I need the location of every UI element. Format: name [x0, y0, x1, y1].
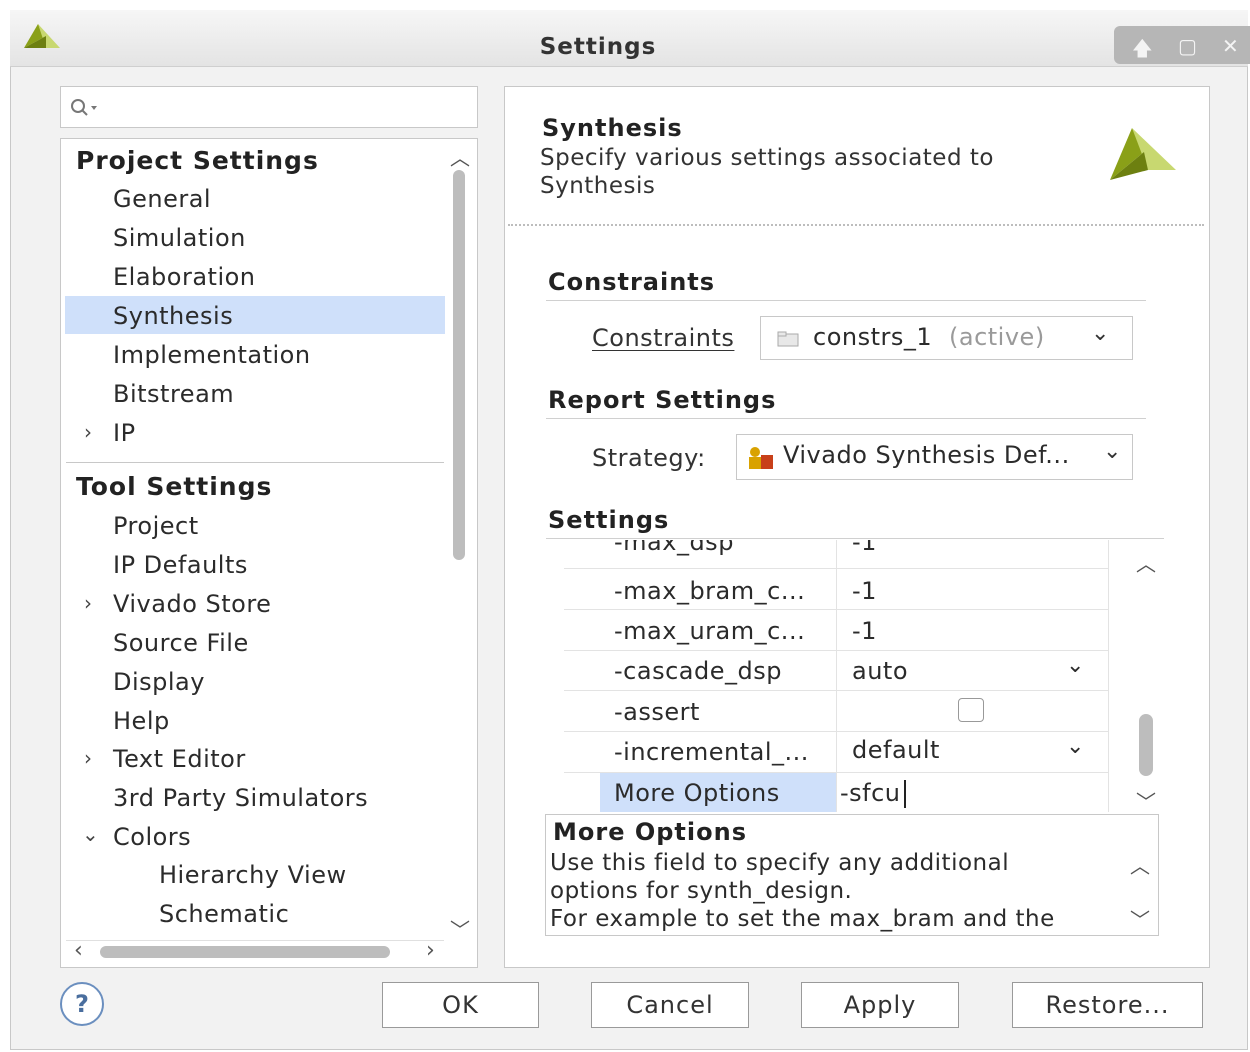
scroll-left-icon[interactable]: ‹	[74, 938, 83, 963]
settings-section-title: Settings	[548, 506, 670, 534]
tree-item-elaboration[interactable]: Elaboration	[113, 263, 256, 291]
description-line: Use this field to specify any additional	[550, 850, 1010, 876]
row-divider	[564, 609, 1108, 610]
scroll-up-icon[interactable]: ︿	[1130, 850, 1150, 879]
setting-value[interactable]: -1	[852, 540, 877, 556]
settings-vertical-scrollbar[interactable]	[1139, 714, 1153, 776]
ok-button[interactable]: OK	[382, 982, 539, 1028]
report-settings-section-title: Report Settings	[548, 386, 777, 414]
constraints-dropdown[interactable]: constrs_1 (active) ⌄	[760, 316, 1133, 360]
tree-item-source-file[interactable]: Source File	[113, 629, 249, 657]
description-line: options for synth_design.	[550, 878, 853, 904]
tool-settings-heading: Tool Settings	[76, 472, 273, 501]
row-divider	[564, 731, 1108, 732]
tree-item-project[interactable]: Project	[113, 512, 199, 540]
tree-item-general[interactable]: General	[113, 185, 211, 213]
setting-name: More Options	[614, 779, 780, 807]
chevron-down-icon[interactable]: ⌄	[1066, 734, 1085, 759]
close-icon[interactable]: ✕	[1222, 34, 1239, 58]
setting-name: -max_uram_c...	[614, 617, 806, 645]
tree-divider	[66, 462, 444, 463]
search-icon	[71, 99, 97, 116]
setting-value[interactable]: -1	[852, 617, 877, 645]
tree-item-3rd-party-simulators[interactable]: 3rd Party Simulators	[113, 784, 368, 812]
scroll-down-icon[interactable]: ﹀	[1136, 786, 1156, 815]
window-controls: 🡅 ▢ ✕	[1114, 26, 1250, 64]
page-description: Specify various settings associated to S…	[540, 145, 994, 199]
more-options-input[interactable]: -sfcu	[840, 779, 901, 807]
section-rule	[546, 418, 1146, 419]
section-rule	[546, 538, 1164, 539]
setting-value[interactable]: -1	[852, 577, 877, 605]
tree-item-display[interactable]: Display	[113, 668, 205, 696]
cancel-button[interactable]: Cancel	[591, 982, 749, 1028]
column-divider	[1108, 540, 1109, 812]
tree-horizontal-scrollbar[interactable]	[100, 946, 390, 958]
title-bar: Settings 🡅 ▢ ✕	[10, 10, 1250, 67]
settings-table: -max_dsp -1 -max_bram_c... -1 -max_uram_…	[546, 540, 1136, 812]
hscroll-divider	[66, 940, 444, 941]
search-input[interactable]	[60, 86, 478, 128]
chevron-right-icon[interactable]: ›	[84, 746, 92, 770]
project-settings-heading: Project Settings	[76, 146, 319, 175]
tree-item-bitstream[interactable]: Bitstream	[113, 380, 234, 408]
tree-item-simulation[interactable]: Simulation	[113, 224, 246, 252]
setting-name: -assert	[614, 698, 700, 726]
setting-name: -cascade_dsp	[614, 657, 782, 685]
row-divider	[564, 650, 1108, 651]
window-title: Settings	[539, 34, 657, 60]
scroll-down-icon[interactable]: ﹀	[450, 914, 470, 943]
row-divider	[564, 568, 1108, 569]
help-button[interactable]: ?	[60, 982, 104, 1026]
description-line: For example to set the max_bram and the	[550, 906, 1055, 932]
assert-checkbox[interactable]	[958, 698, 984, 722]
row-divider	[564, 690, 1108, 691]
tree-item-help[interactable]: Help	[113, 707, 170, 735]
chevron-right-icon[interactable]: ›	[84, 591, 92, 615]
chevron-right-icon[interactable]: ›	[84, 420, 92, 444]
description-title: More Options	[553, 818, 747, 846]
chevron-down-icon: ⌄	[1103, 439, 1122, 464]
constraints-value: constrs_1	[813, 323, 933, 351]
tree-item-synthesis[interactable]: Synthesis	[113, 302, 233, 330]
setting-name: -max_bram_c...	[614, 577, 806, 605]
folder-icon	[777, 331, 799, 347]
tree-item-colors[interactable]: Colors	[113, 823, 191, 851]
chevron-down-icon[interactable]: ⌄	[82, 822, 99, 846]
setting-name: -max_dsp	[614, 540, 734, 556]
header-divider	[508, 224, 1204, 226]
constraints-status: (active)	[949, 323, 1045, 351]
apply-button[interactable]: Apply	[801, 982, 959, 1028]
scroll-up-icon[interactable]: ︿	[1136, 548, 1156, 577]
restore-button[interactable]: Restore...	[1012, 982, 1203, 1028]
section-rule	[546, 300, 1146, 301]
maximize-icon[interactable]: ▢	[1178, 34, 1197, 58]
strategy-icon	[749, 447, 773, 469]
tree-item-implementation[interactable]: Implementation	[113, 341, 311, 369]
tree-item-ip-defaults[interactable]: IP Defaults	[113, 551, 248, 579]
scroll-up-icon[interactable]: ︿	[450, 142, 470, 171]
tree-item-text-editor[interactable]: Text Editor	[113, 745, 246, 773]
setting-value-dropdown[interactable]: auto	[852, 657, 908, 685]
chevron-down-icon: ⌄	[1091, 321, 1110, 346]
text-cursor	[904, 780, 906, 808]
tree-item-hierarchy-view[interactable]: Hierarchy View	[159, 861, 347, 889]
setting-value-dropdown[interactable]: default	[852, 736, 940, 764]
vivado-logo-icon	[1110, 128, 1176, 180]
tree-item-schematic[interactable]: Schematic	[159, 900, 289, 928]
tree-vertical-scrollbar[interactable]	[453, 170, 465, 560]
tree-item-vivado-store[interactable]: Vivado Store	[113, 590, 271, 618]
chevron-down-icon[interactable]: ⌄	[1066, 653, 1085, 678]
scroll-down-icon[interactable]: ﹀	[1130, 904, 1150, 933]
strategy-dropdown[interactable]: Vivado Synthesis Def... ⌄	[736, 434, 1133, 480]
constraints-label: Constraints	[592, 324, 735, 352]
constraints-section-title: Constraints	[548, 268, 716, 296]
scroll-right-icon[interactable]: ›	[426, 938, 435, 963]
setting-name: -incremental_...	[614, 738, 809, 766]
tree-item-ip[interactable]: IP	[113, 419, 136, 447]
strategy-value: Vivado Synthesis Def...	[783, 441, 1070, 469]
strategy-label: Strategy:	[592, 444, 706, 472]
page-title: Synthesis	[542, 114, 683, 142]
minimize-icon[interactable]: 🡅	[1132, 34, 1153, 68]
